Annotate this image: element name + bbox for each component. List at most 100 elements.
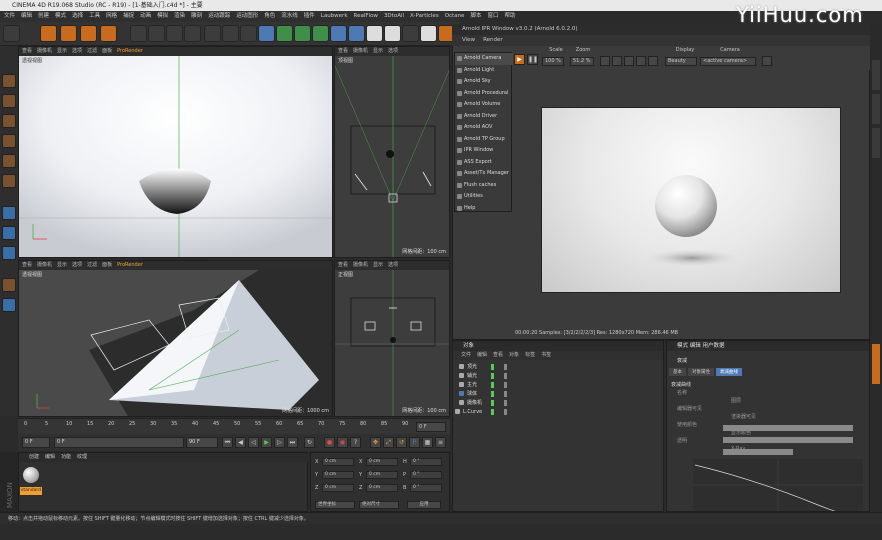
pla-track-icon[interactable]: ▦ [422, 437, 433, 448]
coord-mode-select[interactable]: 世界坐标 [315, 501, 355, 509]
crop-icon[interactable] [624, 56, 634, 66]
visibility-toggle[interactable] [491, 400, 507, 406]
side-tab-active[interactable] [872, 344, 880, 384]
timeline-ruler[interactable]: 0 5 10 15 20 25 30 35 40 45 50 55 60 65 70 75 80 85 90 0 F [18, 418, 450, 434]
visibility-toggle[interactable] [491, 409, 507, 415]
array-icon[interactable] [312, 25, 329, 42]
coord-value-field[interactable]: 0 cm [366, 458, 398, 466]
go-to-end-icon[interactable]: ⏭ [287, 437, 298, 448]
tab-object[interactable]: 对象属性 [688, 368, 714, 376]
mat-menu-function[interactable]: 功能 [61, 453, 71, 462]
fit-icon[interactable] [600, 56, 610, 66]
scale-track-icon[interactable]: ⤢ [383, 437, 394, 448]
attr-slider[interactable] [723, 425, 853, 431]
vp-menu-display[interactable]: 显示 [57, 261, 67, 270]
menu-item[interactable]: 创建 [38, 11, 49, 22]
scale-field[interactable]: 100 % [542, 57, 564, 66]
coord-value-field[interactable]: 0 cm [322, 484, 354, 492]
ipr-play-icon[interactable]: ▶ [514, 54, 525, 65]
timeline-menu-icon[interactable]: ≡ [435, 437, 446, 448]
menu-item[interactable]: 帮助 [504, 11, 515, 22]
menu-item[interactable]: 文件 [4, 11, 15, 22]
zoom-field[interactable]: 51.2 % [570, 57, 594, 66]
menu-item[interactable]: 编辑 [21, 11, 32, 22]
vp-menu-camera[interactable]: 摄像机 [37, 261, 52, 270]
menu-item[interactable]: 模拟 [157, 11, 168, 22]
play-icon[interactable]: ▶ [261, 437, 272, 448]
light-icon[interactable] [384, 25, 401, 42]
side-tab[interactable] [872, 94, 880, 124]
axis-mode-icon[interactable] [2, 206, 16, 220]
mat-menu-texture[interactable]: 纹理 [77, 453, 87, 462]
menu-item[interactable]: 窗口 [487, 11, 498, 22]
render-picture-viewer-icon[interactable] [222, 25, 239, 42]
ipr-menu-view[interactable]: View [462, 35, 475, 46]
vp-menu-options[interactable]: 选项 [388, 261, 398, 270]
undo-icon[interactable] [3, 25, 20, 42]
mat-menu-create[interactable]: 创建 [29, 453, 39, 462]
menu-item[interactable]: 运动跟踪 [208, 11, 230, 22]
vp-menu-display[interactable]: 显示 [373, 261, 383, 270]
visibility-toggle[interactable] [491, 382, 507, 388]
arnold-menu-item[interactable]: Arnold Camera [455, 53, 513, 65]
vp-menu-prorender[interactable]: ProRender [117, 47, 143, 56]
floor-icon[interactable] [348, 25, 365, 42]
model-mode-icon[interactable] [2, 94, 16, 108]
current-frame-field[interactable]: 0 F [416, 422, 446, 432]
arnold-menu-item[interactable]: Asset/Tx Manager [455, 168, 513, 180]
next-frame-icon[interactable]: ▷ [274, 437, 285, 448]
object-row[interactable]: 摄像机 [459, 399, 482, 408]
render-view-icon[interactable] [204, 25, 221, 42]
vp-menu-camera[interactable]: 摄像机 [353, 261, 368, 270]
snap-icon[interactable] [2, 226, 16, 240]
material-name[interactable]: standard [20, 487, 42, 495]
obj-menu-view[interactable]: 查看 [493, 351, 503, 360]
move-tool-icon[interactable] [40, 25, 57, 42]
coordinate-system-icon[interactable] [184, 25, 201, 42]
vp-menu-display[interactable]: 显示 [57, 47, 67, 56]
arnold-menu-item[interactable]: Arnold Volume [455, 99, 513, 111]
recent-tool-icon[interactable] [100, 25, 117, 42]
scale-tool-icon[interactable] [60, 25, 77, 42]
tab-basic[interactable]: 基本 [669, 368, 686, 376]
vp-menu-prorender[interactable]: ProRender [117, 261, 143, 270]
visibility-toggle[interactable] [491, 373, 507, 379]
rotation-track-icon[interactable]: ↺ [396, 437, 407, 448]
go-to-start-icon[interactable]: ⏮ [222, 437, 233, 448]
pen-spline-icon[interactable] [276, 25, 293, 42]
menu-item[interactable]: 流水线 [281, 11, 298, 22]
coord-value-field[interactable]: 0 cm [322, 458, 354, 466]
side-tab[interactable] [872, 128, 880, 158]
vp-menu-panel[interactable]: 面板 [102, 261, 112, 270]
arnold-menu-item[interactable]: Flush caches [455, 180, 513, 192]
preview-range-slider[interactable]: 0 F [54, 437, 184, 448]
attr-slider[interactable] [723, 437, 853, 443]
vp-menu-camera[interactable]: 摄像机 [37, 47, 52, 56]
arnold-menu-item[interactable]: Arnold AOV [455, 122, 513, 134]
menu-item[interactable]: 动画 [140, 11, 151, 22]
menu-item[interactable]: 捕捉 [123, 11, 134, 22]
solo-icon[interactable] [2, 298, 16, 312]
arnold-menu-item[interactable]: ASS Export [455, 157, 513, 169]
vp-menu-display[interactable]: 显示 [373, 47, 383, 56]
arnold-menu-item[interactable]: IPR Window [455, 145, 513, 157]
ipr-menu-render[interactable]: Render [483, 35, 503, 46]
arnold-icon[interactable] [402, 25, 419, 42]
workplane-icon[interactable] [2, 246, 16, 260]
position-track-icon[interactable]: ✥ [370, 437, 381, 448]
object-row[interactable]: 球体 [459, 390, 477, 399]
autokey-icon[interactable]: ◉ [337, 437, 348, 448]
vp-menu-filter[interactable]: 过滤 [87, 261, 97, 270]
vp-menu-panel[interactable]: 面板 [102, 47, 112, 56]
render-settings-icon[interactable] [240, 25, 257, 42]
arnold-light-icon[interactable] [420, 25, 437, 42]
vp-menu-options[interactable]: 选项 [72, 261, 82, 270]
vp-menu-camera[interactable]: 摄像机 [353, 47, 368, 56]
menu-item[interactable]: 工具 [89, 11, 100, 22]
arnold-menu-item[interactable]: Arnold Light [455, 65, 513, 77]
object-row[interactable]: 辅光 [459, 372, 477, 381]
menu-item[interactable]: Laubwerk [321, 11, 348, 22]
make-editable-icon[interactable] [2, 74, 16, 88]
vp-menu-filter[interactable]: 过滤 [87, 47, 97, 56]
size-mode-select[interactable]: 绝对尺寸 [359, 501, 399, 509]
